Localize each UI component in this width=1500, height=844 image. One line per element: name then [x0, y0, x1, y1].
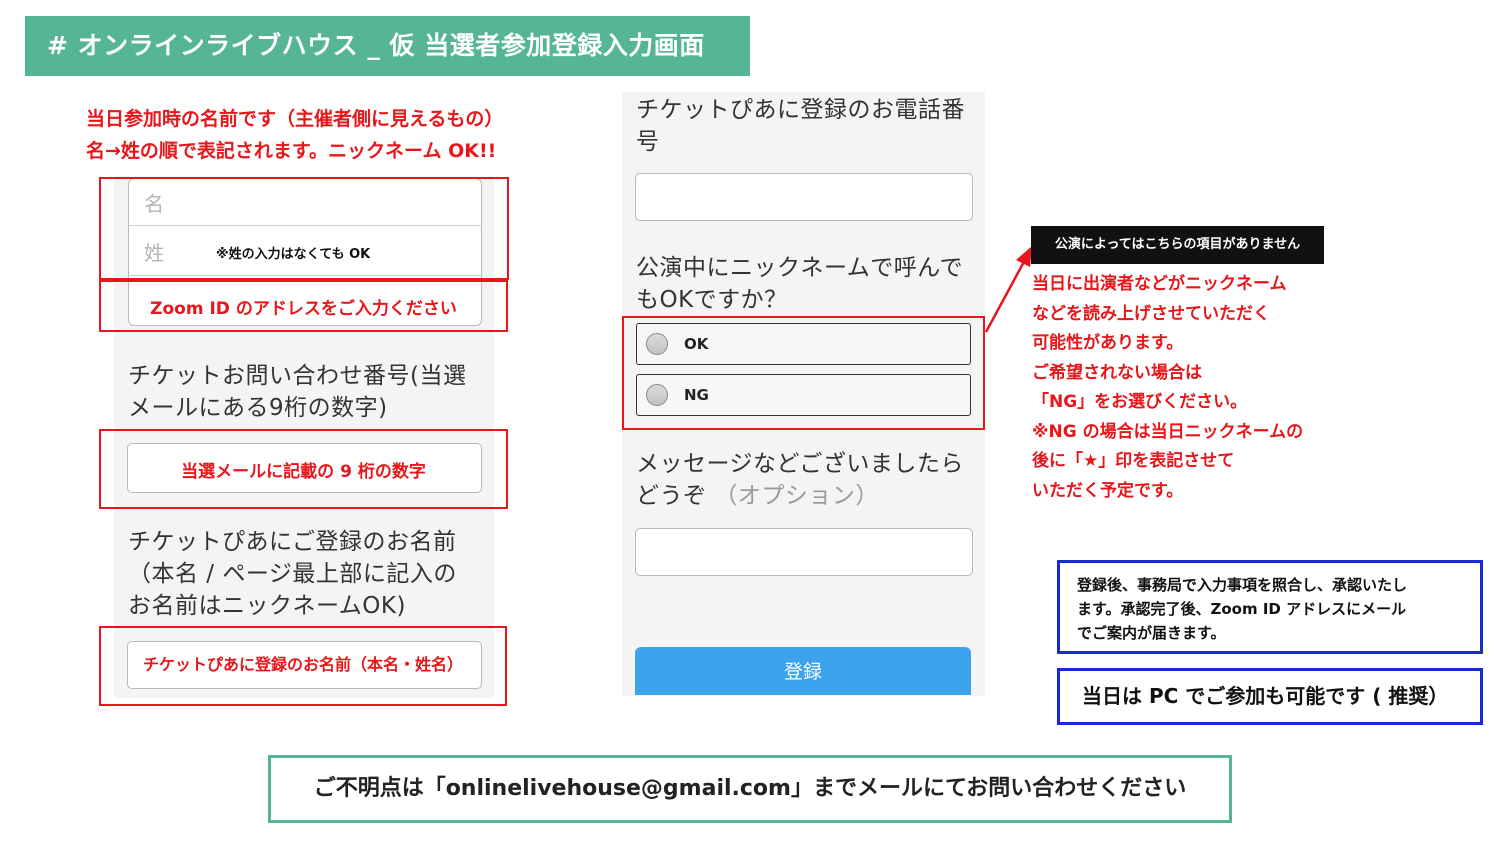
annotation-line-8: いただく予定です。 [1032, 480, 1184, 501]
annotation-line-4: ご希望されない場合は [1032, 362, 1202, 383]
approval-info-box: 登録後、事務局で入力事項を照合し、承認いたし ます。承認完了後、Zoom ID … [1057, 560, 1483, 654]
pia-name-highlight-box: チケットぴあに登録のお名前（本名・姓名） [99, 626, 507, 706]
annotation-line-3: 可能性があります。 [1032, 333, 1184, 353]
submit-button[interactable]: 登録 [635, 647, 971, 695]
pc-participation-box: 当日は PC でご参加も可能です ( 推奨） [1057, 668, 1483, 725]
approval-info-line-3: でご案内が届きます。 [1077, 624, 1226, 642]
nickname-highlight-box [622, 316, 985, 430]
annotation-line-7: 後に「★」印を表記させて [1032, 451, 1235, 471]
message-label-line-1: メッセージなどございましたら [636, 451, 964, 477]
pc-participation-note: 当日は PC でご参加も可能です ( 推奨） [1082, 684, 1449, 708]
nickname-question-label: 公演中にニックネームで呼んで もOKですか？ [636, 252, 963, 316]
availability-tag: 公演によってはこちらの項目がありません [1031, 226, 1324, 264]
phone-label-line-1: チケットぴあに登録のお電話番 [636, 97, 965, 123]
ticket-highlight-box: 当選メールに記載の 9 桁の数字 [99, 429, 508, 509]
phone-label-line-2: 号 [636, 129, 660, 155]
nickname-question-line-2: もOKですか？ [636, 287, 788, 313]
annotation-line-1: 当日に出演者などがニックネーム [1032, 274, 1287, 294]
phone-label: チケットぴあに登録のお電話番 号 [636, 94, 965, 158]
approval-info-line-2: ます。承認完了後、Zoom ID アドレスにメール [1077, 600, 1407, 618]
message-label: メッセージなどございましたら どうぞ （オプション） [636, 448, 964, 512]
phone-input[interactable] [635, 173, 973, 221]
pia-name-label-line-1: チケットぴあにご登録のお名前 [128, 529, 457, 555]
nickname-annotation: 当日に出演者などがニックネーム などを読み上げさせていただく 可能性があります。… [1032, 270, 1303, 506]
annotation-line-2: などを読み上げさせていただく [1032, 303, 1270, 324]
page-title: # オンラインライブハウス _ 仮 当選者参加登録入力画面 [47, 31, 705, 60]
name-instruction-note: 当日参加時の名前です（主催者側に見えるもの） 名→姓の順で表記されます。ニックネ… [86, 103, 503, 167]
ticket-number-note: 当選メールに記載の 9 桁の数字 [181, 461, 426, 482]
name-instruction-line-1: 当日参加時の名前です（主催者側に見えるもの） [86, 108, 504, 130]
zoom-id-note: Zoom ID のアドレスをご入力ください [150, 298, 457, 319]
contact-text: ご不明点は「onlinelivehouse@gmail.com」までメールにてお… [313, 776, 1187, 801]
contact-box: ご不明点は「onlinelivehouse@gmail.com」までメールにてお… [268, 755, 1232, 823]
message-label-line-2: どうぞ [636, 483, 707, 509]
ticket-number-label-line-1: チケットお問い合わせ番号(当選 [128, 363, 467, 389]
message-optional-tag: （オプション） [714, 483, 879, 509]
name-instruction-line-2: 名→姓の順で表記されます。ニックネーム OK!! [86, 140, 497, 162]
ticket-number-label: チケットお問い合わせ番号(当選 メールにある9桁の数字) [128, 360, 466, 424]
message-input[interactable] [635, 528, 973, 576]
page-title-banner: # オンラインライブハウス _ 仮 当選者参加登録入力画面 [25, 16, 750, 76]
annotation-line-5: 「NG」をお選びください。 [1032, 392, 1248, 412]
approval-info-line-1: 登録後、事務局で入力事項を照合し、承認いたし [1077, 576, 1408, 594]
submit-button-label: 登録 [783, 661, 822, 683]
ticket-number-label-line-2: メールにある9桁の数字) [128, 395, 388, 421]
annotation-line-6: ※NG の場合は当日ニックネームの [1032, 421, 1304, 442]
pia-name-note: チケットぴあに登録のお名前（本名・姓名） [142, 655, 463, 674]
pia-name-label-line-3: お名前はニックネームOK) [128, 593, 406, 619]
availability-tag-text: 公演によってはこちらの項目がありません [1054, 237, 1301, 252]
pia-name-label: チケットぴあにご登録のお名前 （本名 / ページ最上部に記入の お名前はニックネ… [128, 526, 457, 622]
name-highlight-box [99, 177, 509, 280]
nickname-question-line-1: 公演中にニックネームで呼んで [636, 255, 964, 281]
pia-name-label-line-2: （本名 / ページ最上部に記入の [128, 561, 457, 587]
zoom-highlight-box: Zoom ID のアドレスをご入力ください [99, 280, 508, 332]
